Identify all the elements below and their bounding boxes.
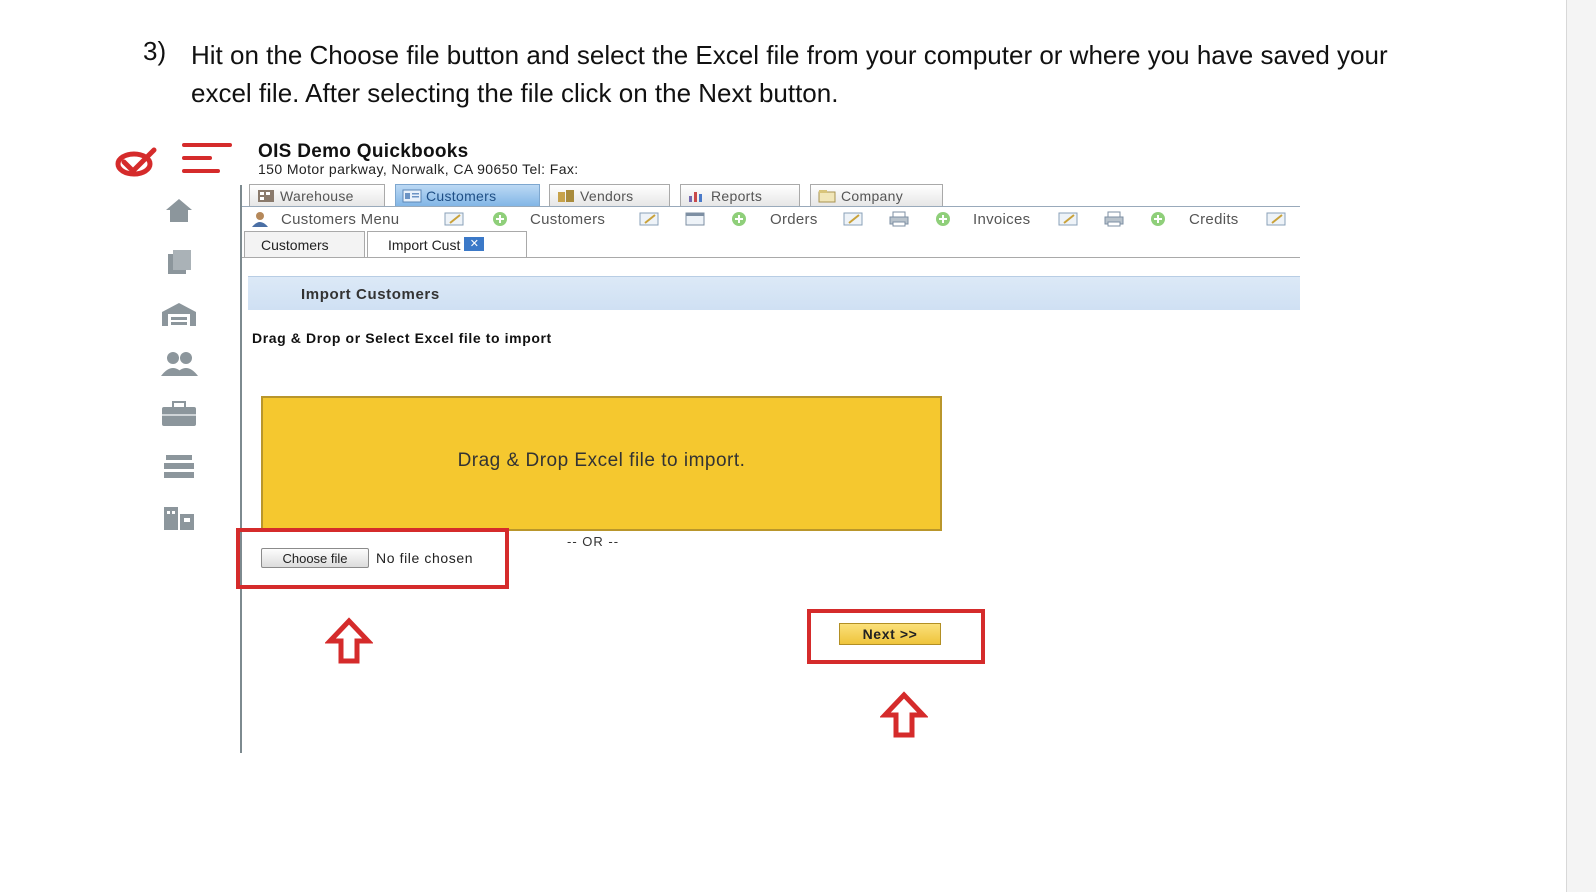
- reports-tab-icon: [689, 191, 702, 202]
- edit-credits-icon[interactable]: [1266, 211, 1288, 227]
- credits-link[interactable]: Credits: [1189, 208, 1239, 230]
- tab-vendors-label: Vendors: [580, 187, 634, 204]
- subtabs-divider: [242, 257, 1300, 258]
- subtab-customers[interactable]: Customers: [244, 231, 365, 258]
- documents-icon[interactable]: [160, 248, 198, 276]
- company-name: OIS Demo Quickbooks: [258, 141, 469, 162]
- hamburger-menu-icon[interactable]: [180, 141, 234, 177]
- add-invoice-icon[interactable]: [932, 211, 954, 227]
- drop-zone[interactable]: Drag & Drop Excel file to import.: [261, 396, 942, 531]
- company-tab-icon: [818, 189, 836, 202]
- import-instruction: Drag & Drop or Select Excel file to impo…: [252, 330, 552, 346]
- subtab-import-cust[interactable]: Import Cust ✕: [367, 231, 527, 258]
- drawer-icon[interactable]: [160, 452, 198, 480]
- edit-icon[interactable]: [444, 211, 466, 227]
- or-separator: -- OR --: [567, 534, 620, 549]
- choose-file-button[interactable]: Choose file: [261, 548, 369, 568]
- invoices-link[interactable]: Invoices: [973, 208, 1030, 230]
- tab-reports[interactable]: Reports: [680, 184, 800, 206]
- tab-customers-label: Customers: [426, 187, 497, 204]
- document-page: 3) Hit on the Choose file button and sel…: [0, 0, 1567, 892]
- up-arrow-icon: [325, 617, 373, 664]
- tab-customers[interactable]: Customers: [395, 184, 540, 206]
- home-icon[interactable]: [160, 196, 198, 224]
- tab-warehouse[interactable]: Warehouse: [249, 184, 385, 206]
- customers-link[interactable]: Customers: [530, 208, 605, 230]
- vendors-tab-icon: [558, 189, 574, 202]
- step-line-2: excel file. After selecting the file cli…: [191, 78, 839, 108]
- step-instruction: Hit on the Choose file button and select…: [191, 36, 1451, 112]
- add-customer-icon[interactable]: [489, 211, 511, 227]
- subtab-import-cust-label: Import Cust: [388, 237, 461, 253]
- buildings-icon[interactable]: [160, 504, 198, 532]
- sidebar-divider: [240, 185, 242, 753]
- step-number: 3): [143, 36, 167, 66]
- edit-orders-icon[interactable]: [843, 211, 865, 227]
- no-file-chosen-text: No file chosen: [376, 550, 474, 566]
- edit-customers-icon[interactable]: [639, 211, 661, 227]
- customers-menu-link[interactable]: Customers Menu: [281, 208, 399, 230]
- add-credit-icon[interactable]: [1147, 211, 1169, 227]
- app-logo-check-icon[interactable]: [114, 144, 158, 180]
- tab-vendors[interactable]: Vendors: [549, 184, 670, 206]
- section-title: Import Customers: [301, 286, 440, 303]
- add-order-icon[interactable]: [728, 211, 750, 227]
- customer-person-icon: [252, 212, 268, 227]
- warehouse-icon[interactable]: [160, 300, 198, 328]
- print-orders-icon[interactable]: [888, 211, 910, 227]
- tab-company[interactable]: Company: [810, 184, 943, 206]
- window-icon[interactable]: [684, 211, 706, 227]
- briefcase-icon[interactable]: [160, 400, 198, 428]
- customers-tab-icon: [402, 189, 422, 202]
- edit-invoices-icon[interactable]: [1058, 211, 1080, 227]
- warehouse-tab-icon: [258, 189, 274, 202]
- tabs-divider: [242, 206, 1300, 207]
- print-invoices-icon[interactable]: [1103, 211, 1125, 227]
- company-address: 150 Motor parkway, Norwalk, CA 90650 Tel…: [258, 161, 579, 177]
- step-line-1: Hit on the Choose file button and select…: [191, 40, 1388, 70]
- users-icon[interactable]: [160, 350, 198, 378]
- close-tab-icon[interactable]: ✕: [464, 237, 485, 251]
- up-arrow-icon-next: [880, 691, 928, 738]
- tab-reports-label: Reports: [711, 187, 763, 204]
- tab-warehouse-label: Warehouse: [280, 187, 354, 204]
- drop-zone-text: Drag & Drop Excel file to import.: [457, 450, 746, 471]
- tab-company-label: Company: [841, 187, 904, 204]
- next-button[interactable]: Next >>: [839, 623, 941, 645]
- orders-link[interactable]: Orders: [770, 208, 818, 230]
